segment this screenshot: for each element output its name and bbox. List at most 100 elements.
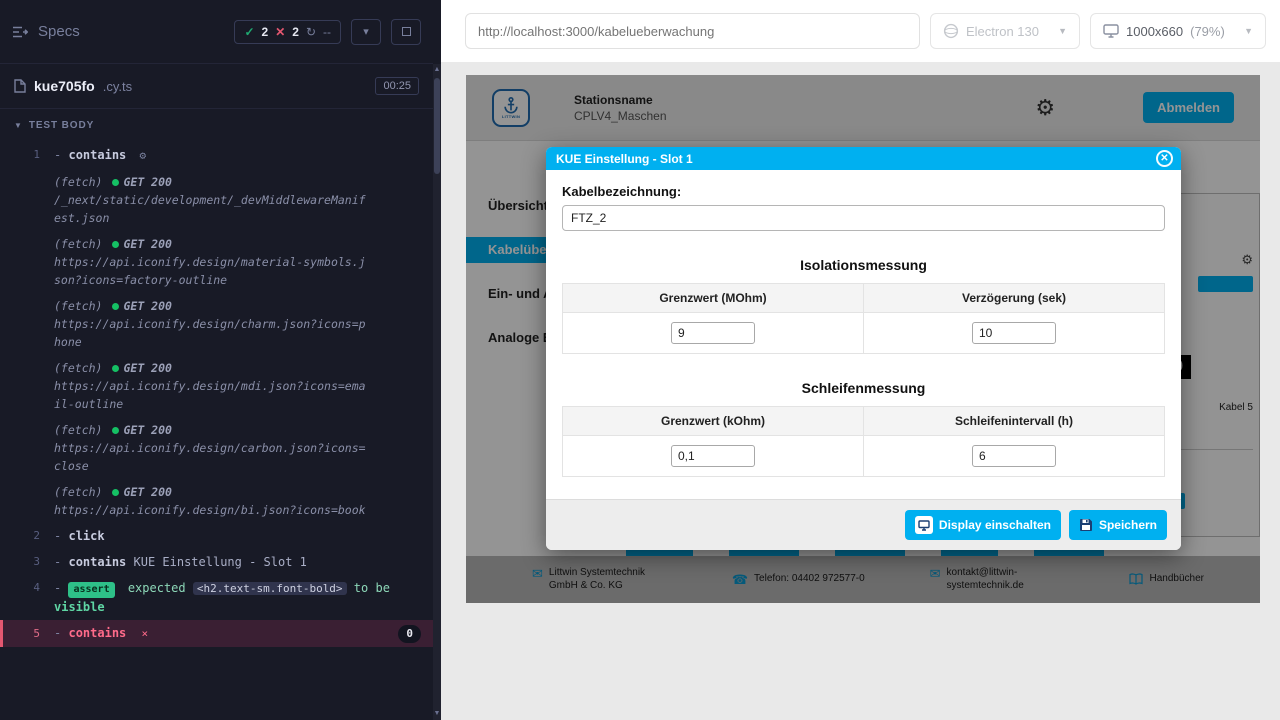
fetch-url: https://api.iconify.design/bi.json?icons… <box>54 501 366 519</box>
command-number: 1 <box>0 146 54 165</box>
status-dot-icon <box>112 427 119 434</box>
test-stats: ✓ 2 ✕ 2 ↻ -- <box>234 20 341 44</box>
browser-label: Electron 130 <box>966 24 1039 39</box>
options-gear-icon: ⚙ <box>140 149 147 162</box>
command-number: 5 <box>3 625 54 643</box>
viewport-size: 1000x660 <box>1126 24 1183 39</box>
sidebar-scrollbar: ▲ ▼ <box>433 64 441 720</box>
fetch-log[interactable]: (fetch)GET 200 /_next/static/development… <box>0 169 433 231</box>
passed-icon: ✓ <box>244 25 254 39</box>
command-contains-failed[interactable]: 5 - contains × 0 <box>0 620 433 647</box>
fetch-log[interactable]: (fetch)GET 200 https://api.iconify.desig… <box>0 293 433 355</box>
display-on-button[interactable]: Display einschalten <box>905 510 1061 540</box>
failed-count: 2 <box>292 25 299 39</box>
runner-header: Specs ✓ 2 ✕ 2 ↻ -- ▾ <box>0 0 433 64</box>
command-contains-2[interactable]: 3 - contains KUE Einstellung - Slot 1 <box>0 549 433 575</box>
loop-limit-header: Grenzwert (kOhm) <box>563 407 864 436</box>
status-dot-icon <box>112 365 119 372</box>
status-dot-icon <box>112 303 119 310</box>
cable-name-input[interactable] <box>562 205 1165 231</box>
fetch-status: GET 200 <box>123 361 171 375</box>
spec-name[interactable]: kue705fo <box>34 78 95 94</box>
save-button[interactable]: Speichern <box>1069 510 1167 540</box>
loop-table: Grenzwert (kOhm) Schleifenintervall (h) <box>562 406 1165 477</box>
test-body-section[interactable]: ▼ TEST BODY <box>0 109 433 138</box>
iso-delay-input[interactable] <box>972 322 1056 344</box>
fetch-status: GET 200 <box>123 299 171 313</box>
fetch-url: /_next/static/development/_devMiddleware… <box>54 191 366 227</box>
dialog-title: KUE Einstellung - Slot 1 <box>556 152 693 166</box>
failed-icon: ✕ <box>275 25 285 39</box>
fetch-url: https://api.iconify.design/carbon.json?i… <box>54 439 366 475</box>
command-number: 3 <box>0 553 54 571</box>
command-contains-1[interactable]: 1 - contains ⚙ <box>0 142 433 169</box>
assert-state: visible <box>54 600 105 614</box>
isolation-section-title: Isolationsmessung <box>562 257 1165 273</box>
dialog-header: KUE Einstellung - Slot 1 ✕ <box>546 147 1181 170</box>
isolation-table: Grenzwert (MOhm) Verzögerung (sek) <box>562 283 1165 354</box>
browser-icon <box>943 23 959 39</box>
loop-interval-input[interactable] <box>972 445 1056 467</box>
fetch-url: https://api.iconify.design/mdi.json?icon… <box>54 377 366 413</box>
fetch-log[interactable]: (fetch)GET 200 https://api.iconify.desig… <box>0 231 433 293</box>
command-argument: KUE Einstellung - Slot 1 <box>134 555 307 569</box>
loop-limit-input[interactable] <box>671 445 755 467</box>
command-assert[interactable]: 4 - assert expected <h2.text-sm.font-bol… <box>0 575 433 620</box>
stop-icon <box>402 27 411 36</box>
table-row <box>563 436 1165 477</box>
viewport-selector[interactable]: 1000x660 (79%) ▼ <box>1090 13 1266 49</box>
pending-icon: ↻ <box>306 25 316 39</box>
assert-expected: expected <box>128 581 186 595</box>
table-row <box>563 313 1165 354</box>
save-floppy-icon <box>1079 518 1093 532</box>
command-name: contains <box>68 148 126 162</box>
spec-row: kue705fo .cy.ts 00:25 <box>0 64 433 109</box>
spec-ext: .cy.ts <box>103 79 132 94</box>
command-click[interactable]: 2 - click <box>0 523 433 549</box>
fetch-prefix: (fetch) <box>54 361 102 375</box>
dialog-body: Kabelbezeichnung: Isolationsmessung Gren… <box>546 170 1181 483</box>
stop-button[interactable] <box>391 19 421 45</box>
scroll-up-arrow[interactable]: ▲ <box>433 64 441 76</box>
loop-section-title: Schleifenmessung <box>562 380 1165 396</box>
iso-limit-input[interactable] <box>671 322 755 344</box>
assert-badge: assert <box>68 582 114 598</box>
file-icon <box>14 79 26 93</box>
kue-settings-dialog: KUE Einstellung - Slot 1 ✕ Kabelbezeichn… <box>546 147 1181 550</box>
display-button-label: Display einschalten <box>939 518 1051 532</box>
chevron-down-icon: ▼ <box>1058 26 1067 36</box>
test-body-label: TEST BODY <box>29 120 94 131</box>
fetch-status: GET 200 <box>123 175 171 189</box>
command-name: contains <box>68 555 126 569</box>
command-name: click <box>68 529 104 543</box>
url-toolbar: Electron 130 ▼ 1000x660 (79%) ▼ <box>441 0 1280 62</box>
viewport-zoom: (79%) <box>1190 24 1225 39</box>
reporter-content: Specs ✓ 2 ✕ 2 ↻ -- ▾ kue705fo .cy.ts <box>0 0 433 720</box>
aut-panel: Electron 130 ▼ 1000x660 (79%) ▼ LITTWIN <box>441 0 1280 720</box>
url-input[interactable] <box>465 13 920 49</box>
specs-menu-icon[interactable] <box>12 25 28 39</box>
fetch-prefix: (fetch) <box>54 485 102 499</box>
browser-selector[interactable]: Electron 130 ▼ <box>930 13 1080 49</box>
loop-interval-header: Schleifenintervall (h) <box>864 407 1165 436</box>
scroll-thumb[interactable] <box>434 78 440 174</box>
fetch-log[interactable]: (fetch) GET 200 https://api.iconify.desig… <box>0 355 433 417</box>
command-number: 2 <box>0 527 54 545</box>
fetch-log[interactable]: (fetch)GET 200 https://api.iconify.desig… <box>0 479 433 523</box>
screen: Specs ✓ 2 ✕ 2 ↻ -- ▾ kue705fo .cy.ts <box>0 0 1280 720</box>
status-dot-icon <box>112 179 119 186</box>
fetch-log[interactable]: (fetch)GET 200 https://api.iconify.desig… <box>0 417 433 479</box>
collapse-button[interactable]: ▾ <box>351 19 381 45</box>
fetch-url: https://api.iconify.design/charm.json?ic… <box>54 315 366 351</box>
close-icon[interactable]: ✕ <box>1156 150 1173 167</box>
status-dot-icon <box>112 241 119 248</box>
command-number: 4 <box>0 579 54 616</box>
fail-x-icon: × <box>142 627 149 640</box>
fetch-status: GET 200 <box>123 423 171 437</box>
command-dash: - <box>54 148 61 162</box>
scroll-down-arrow[interactable]: ▼ <box>433 708 441 720</box>
pending-count: -- <box>323 25 331 39</box>
chevron-down-icon: ▼ <box>14 121 23 130</box>
assert-selector: <h2.text-sm.font-bold> <box>193 582 347 595</box>
display-icon <box>915 516 933 534</box>
